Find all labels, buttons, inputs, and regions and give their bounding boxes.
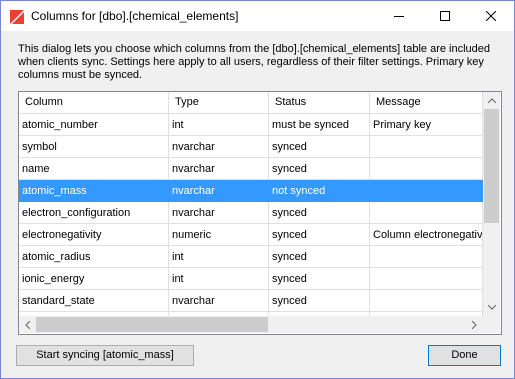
cell-status[interactable]: synced: [269, 224, 370, 246]
start-syncing-button[interactable]: Start syncing [atomic_mass]: [16, 345, 194, 366]
cell-message[interactable]: [370, 246, 483, 268]
title-bar[interactable]: Columns for [dbo].[chemical_elements]: [1, 1, 514, 31]
header-column[interactable]: Column: [19, 92, 169, 113]
cell-status[interactable]: synced: [269, 136, 370, 158]
horizontal-scrollbar[interactable]: [19, 316, 483, 333]
cell-type[interactable]: nvarchar: [169, 180, 269, 202]
cell-message[interactable]: [370, 158, 483, 180]
cell-type[interactable]: nvarchar: [169, 290, 269, 312]
done-button[interactable]: Done: [428, 345, 501, 366]
cell-column[interactable]: atomic_number: [19, 114, 169, 136]
header-status[interactable]: Status: [269, 92, 370, 113]
cell-type[interactable]: nvarchar: [169, 158, 269, 180]
cell-column[interactable]: ionic_energy: [19, 268, 169, 290]
minimize-button[interactable]: [376, 1, 422, 31]
header-message[interactable]: Message: [370, 92, 483, 113]
app-logo-icon: [10, 10, 24, 24]
table-row[interactable]: atomic_mass nvarchar not synced: [19, 180, 483, 202]
dialog-description: This dialog lets you choose which column…: [18, 43, 491, 81]
table-row[interactable]: name nvarchar synced: [19, 158, 483, 180]
cell-status[interactable]: not synced: [269, 180, 370, 202]
cell-type[interactable]: int: [169, 268, 269, 290]
cell-message[interactable]: [370, 290, 483, 312]
table-row[interactable]: electron_configuration nvarchar synced: [19, 202, 483, 224]
cell-message[interactable]: Primary key: [370, 114, 483, 136]
cell-status[interactable]: synced: [269, 290, 370, 312]
dialog-window: Columns for [dbo].[chemical_elements] Th…: [0, 0, 515, 379]
grid-rows: atomic_number int must be synced Primary ke…: [19, 114, 483, 316]
grid-header: Column Type Status Message: [19, 92, 483, 114]
cell-column[interactable]: electronegativity: [19, 224, 169, 246]
cell-status[interactable]: synced: [269, 246, 370, 268]
cell-message[interactable]: [370, 202, 483, 224]
table-row[interactable]: electronegativity numeric synced Column ele…: [19, 224, 483, 246]
scroll-down-icon[interactable]: [483, 299, 500, 316]
scroll-left-icon[interactable]: [19, 316, 36, 333]
horizontal-scroll-thumb[interactable]: [36, 317, 268, 332]
columns-grid: Column Type Status Message atomic_number…: [18, 91, 502, 335]
table-row[interactable]: standard_state nvarchar synced: [19, 290, 483, 312]
maximize-button[interactable]: [422, 1, 468, 31]
cell-message[interactable]: [370, 136, 483, 158]
cell-type[interactable]: int: [169, 246, 269, 268]
cell-message[interactable]: [370, 180, 483, 202]
cell-type[interactable]: int: [169, 114, 269, 136]
minimize-icon: [394, 16, 404, 17]
scrollbar-corner: [483, 316, 500, 333]
cell-column[interactable]: symbol: [19, 136, 169, 158]
cell-status[interactable]: synced: [269, 202, 370, 224]
cell-column[interactable]: atomic_mass: [19, 180, 169, 202]
cell-column[interactable]: standard_state: [19, 290, 169, 312]
table-row[interactable]: atomic_radius int synced: [19, 246, 483, 268]
cell-status[interactable]: synced: [269, 158, 370, 180]
cell-type[interactable]: nvarchar: [169, 202, 269, 224]
vertical-scrollbar[interactable]: [483, 92, 500, 316]
cell-message[interactable]: Column electronegativi: [370, 224, 483, 246]
cell-status[interactable]: must be synced: [269, 114, 370, 136]
scroll-up-icon[interactable]: [483, 92, 500, 109]
table-row[interactable]: ionic_energy int synced: [19, 268, 483, 290]
close-button[interactable]: [468, 1, 514, 31]
window-title: Columns for [dbo].[chemical_elements]: [31, 9, 239, 23]
cell-column[interactable]: atomic_radius: [19, 246, 169, 268]
cell-type[interactable]: nvarchar: [169, 136, 269, 158]
maximize-icon: [440, 11, 450, 21]
cell-message[interactable]: [370, 268, 483, 290]
cell-column[interactable]: name: [19, 158, 169, 180]
cell-status[interactable]: synced: [269, 268, 370, 290]
close-icon: [486, 11, 496, 21]
table-row[interactable]: symbol nvarchar synced: [19, 136, 483, 158]
scroll-right-icon[interactable]: [466, 316, 483, 333]
cell-type[interactable]: numeric: [169, 224, 269, 246]
header-type[interactable]: Type: [169, 92, 269, 113]
vertical-scroll-thumb[interactable]: [484, 109, 499, 223]
table-row[interactable]: atomic_number int must be synced Primary ke…: [19, 114, 483, 136]
cell-column[interactable]: electron_configuration: [19, 202, 169, 224]
